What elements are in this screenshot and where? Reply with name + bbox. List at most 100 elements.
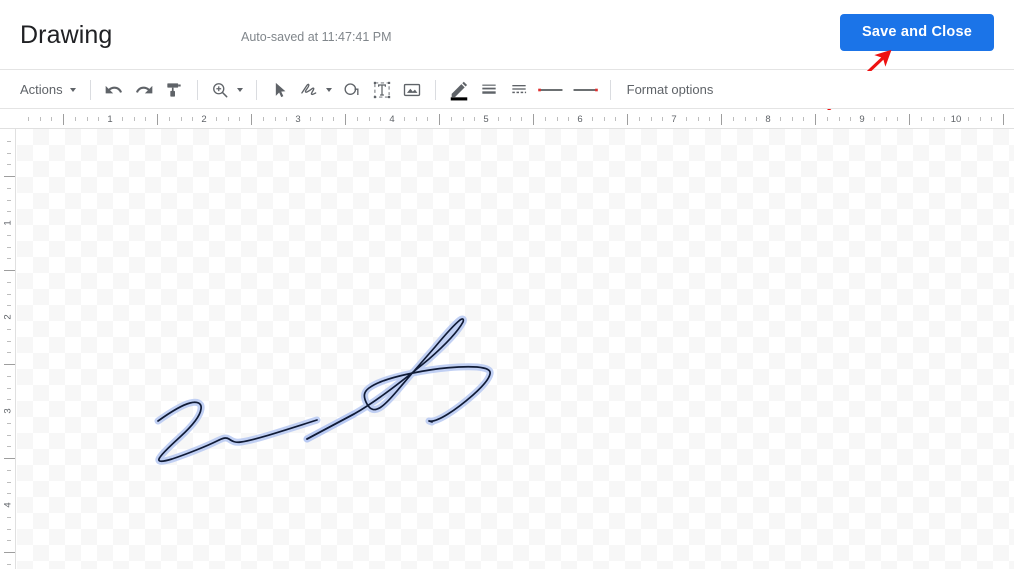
- shape-tool[interactable]: [337, 76, 367, 104]
- line-end-icon: [573, 88, 598, 91]
- ruler-tick: [521, 117, 523, 121]
- signature-path[interactable]: [306, 413, 355, 440]
- ruler-label: 10: [950, 114, 962, 125]
- ruler-tick: [4, 364, 15, 365]
- drawing-editor-window: Drawing Auto-saved at 11:47:41 PM Save a…: [0, 0, 1014, 569]
- ruler-tick: [850, 117, 852, 121]
- ruler-tick: [7, 469, 11, 471]
- ruler-tick: [885, 117, 887, 121]
- ruler-tick: [556, 117, 558, 121]
- ruler-tick: [180, 117, 182, 121]
- ruler-tick: [603, 117, 605, 121]
- ruler-tick: [274, 117, 276, 121]
- ruler-tick: [251, 114, 252, 125]
- ruler-tick: [439, 114, 440, 125]
- ruler-tick: [39, 117, 41, 121]
- ruler-tick: [591, 117, 593, 121]
- ruler-tick: [192, 117, 194, 121]
- ruler-tick: [86, 117, 88, 121]
- undo-icon: [105, 85, 122, 93]
- horizontal-ruler[interactable]: 1 2 3 4 5 6 7 8 9 10: [0, 110, 1014, 129]
- ruler-tick: [897, 117, 899, 121]
- text-box-tool[interactable]: [367, 76, 397, 104]
- paint-format-button[interactable]: [159, 76, 189, 104]
- page-title: Drawing: [20, 21, 113, 49]
- ruler-tick: [779, 117, 781, 121]
- format-options-button[interactable]: Format options: [619, 76, 722, 104]
- ruler-tick: [7, 328, 11, 330]
- ruler-tick: [791, 117, 793, 121]
- scribble-icon: [300, 83, 316, 95]
- ruler-tick: [4, 458, 15, 459]
- actions-menu-label: Actions: [20, 81, 63, 97]
- ruler-label: 4: [2, 502, 14, 508]
- ruler-tick: [497, 117, 499, 121]
- ruler-tick: [157, 114, 158, 125]
- ruler-label: 3: [295, 114, 301, 125]
- ruler-tick: [826, 117, 828, 121]
- ruler-tick: [568, 117, 570, 121]
- undo-button[interactable]: [99, 76, 129, 104]
- ruler-tick: [4, 176, 15, 177]
- ruler-tick: [7, 540, 11, 542]
- ruler-tick: [815, 114, 816, 125]
- ruler-tick: [309, 117, 311, 121]
- line-weight-button[interactable]: [474, 76, 504, 104]
- ruler-label: 5: [483, 114, 489, 125]
- ruler-tick: [7, 528, 11, 530]
- zoom-button[interactable]: [206, 76, 248, 104]
- ruler-tick: [7, 352, 11, 354]
- ruler-tick: [51, 117, 53, 121]
- ruler-tick: [7, 446, 11, 448]
- ruler-tick: [932, 117, 934, 121]
- signature-path[interactable]: [306, 318, 491, 440]
- toolbar: Actions Format options: [0, 71, 1014, 109]
- line-start-button[interactable]: [534, 76, 568, 104]
- ruler-tick: [638, 117, 640, 121]
- line-color-button[interactable]: [444, 76, 474, 104]
- ruler-label: 8: [765, 114, 771, 125]
- drawing-canvas[interactable]: [17, 129, 1014, 569]
- ruler-label: 2: [201, 114, 207, 125]
- ruler-tick: [7, 340, 11, 342]
- redo-icon: [135, 85, 152, 93]
- ruler-tick: [239, 117, 241, 121]
- signature-selection-halo: [154, 398, 321, 465]
- ruler-label: 1: [107, 114, 113, 125]
- ruler-tick: [7, 211, 11, 213]
- ruler-tick: [262, 117, 264, 121]
- ruler-tick: [286, 117, 288, 121]
- ruler-tick: [615, 117, 617, 121]
- ruler-tick: [227, 117, 229, 121]
- signature-selection-halo: [303, 315, 494, 443]
- redo-button[interactable]: [129, 76, 159, 104]
- vertical-ruler[interactable]: 1 2 3 4: [0, 129, 16, 569]
- ruler-tick: [991, 117, 993, 121]
- line-dash-button[interactable]: [504, 76, 534, 104]
- image-tool[interactable]: [397, 76, 427, 104]
- ruler-label: 6: [577, 114, 583, 125]
- ruler-tick: [368, 117, 370, 121]
- ruler-tick: [427, 117, 429, 121]
- ruler-tick: [7, 281, 11, 283]
- ruler-tick: [121, 117, 123, 121]
- signature-path[interactable]: [157, 401, 318, 463]
- ruler-tick: [4, 552, 15, 553]
- ruler-label: 2: [2, 314, 14, 320]
- line-end-button[interactable]: [568, 76, 602, 104]
- ruler-tick: [627, 114, 628, 125]
- ruler-tick: [803, 117, 805, 121]
- ruler-tick: [4, 270, 15, 271]
- select-tool[interactable]: [265, 76, 295, 104]
- actions-menu[interactable]: Actions: [16, 76, 82, 104]
- ruler-tick: [979, 117, 981, 121]
- ruler-label: 1: [2, 220, 14, 226]
- line-tool[interactable]: [295, 76, 337, 104]
- signature-selection-halo: [303, 410, 358, 443]
- chevron-down-icon: [325, 87, 332, 92]
- signature-scribble[interactable]: [17, 129, 1014, 569]
- ruler-tick: [709, 117, 711, 121]
- ruler-tick: [168, 117, 170, 121]
- toolbar-divider: [609, 79, 611, 100]
- save-and-close-button[interactable]: Save and Close: [840, 14, 994, 51]
